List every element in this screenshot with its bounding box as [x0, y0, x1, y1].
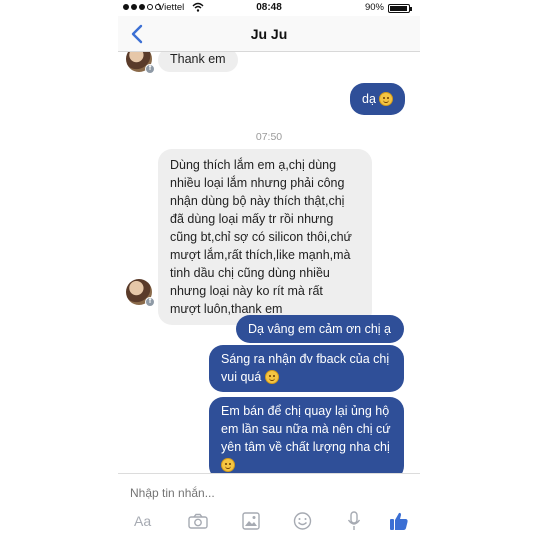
message-line: cũng bt,chỉ sợ có silicon thôi,chứ	[170, 230, 352, 244]
message-line: nhận dùng bộ này thích thật,chị	[170, 194, 345, 208]
camera-icon[interactable]	[188, 511, 208, 531]
outgoing-message[interactable]: Dạ vâng em cảm ơn chị ạ	[236, 315, 404, 343]
messenger-badge-icon: f	[145, 64, 155, 74]
emoji-icon[interactable]	[293, 511, 312, 531]
message-line: đã dùng loại mấy tr rồi nhưng	[170, 212, 334, 226]
contact-avatar[interactable]: f	[126, 52, 155, 74]
message-line: Sáng ra nhận đv fback của chị	[221, 352, 390, 366]
message-line-with-emoji: vui quá	[221, 368, 394, 386]
gallery-icon[interactable]	[242, 511, 260, 531]
message-line: Em bán để chị quay lại ủng hộ	[221, 404, 390, 418]
message-line: nhưng loại này ko rít mà rất	[170, 284, 323, 298]
message-line: Dùng thích lắm em ạ,chị dùng	[170, 158, 337, 172]
message-input[interactable]	[130, 483, 410, 503]
battery-icon	[388, 4, 412, 13]
message-timestamp: 07:50	[255, 131, 283, 143]
status-bar: Viettel 08:48 90%	[118, 0, 420, 16]
message-emoji-line	[221, 456, 394, 473]
message-line: mượt lắm,rất thích,like mạnh,mà	[170, 248, 351, 262]
messenger-badge-icon: f	[145, 297, 155, 307]
message-line: nhiều loại lắm nhưng phải công	[170, 176, 345, 190]
message-line: tinh dầu chị cũng dùng nhiều	[170, 266, 330, 280]
contact-name[interactable]: Ju Ju	[118, 26, 420, 42]
smiling-emoji-icon	[379, 92, 394, 106]
message-line: em lần sau nữa mà nên chị cứ	[221, 422, 391, 436]
text-format-button[interactable]: Aa	[134, 511, 151, 531]
messenger-screen: Viettel 08:48 90% Ju Ju f Thank em dạ 07…	[118, 0, 420, 539]
message-text: dạ	[362, 92, 376, 106]
microphone-icon[interactable]	[347, 511, 361, 531]
incoming-message[interactable]: Dùng thích lắm em ạ,chị dùng nhiều loại …	[158, 149, 372, 325]
message-composer: Aa	[118, 473, 420, 539]
message-list[interactable]: f Thank em dạ 07:50 f Dùng thích lắm em …	[118, 52, 420, 473]
message-text: Thank em	[170, 52, 226, 66]
message-line: yên tâm về chất lượng nha chị	[221, 440, 390, 454]
incoming-message[interactable]: Thank em	[158, 52, 238, 72]
outgoing-message[interactable]: Em bán để chị quay lại ủng hộ em lần sau…	[209, 397, 404, 473]
relieved-emoji-icon	[264, 370, 279, 384]
like-icon[interactable]	[389, 511, 409, 531]
outgoing-message[interactable]: Sáng ra nhận đv fback của chị vui quá	[209, 345, 404, 392]
battery-percentage: 90%	[364, 2, 384, 13]
conversation-header: Ju Ju	[118, 16, 420, 52]
contact-avatar[interactable]: f	[126, 279, 155, 307]
smiling-emoji-icon	[221, 458, 235, 472]
message-text: Dạ vâng em cảm ơn chị ạ	[248, 322, 391, 336]
outgoing-message[interactable]: dạ	[350, 83, 406, 115]
message-line: vui quá	[221, 370, 262, 384]
